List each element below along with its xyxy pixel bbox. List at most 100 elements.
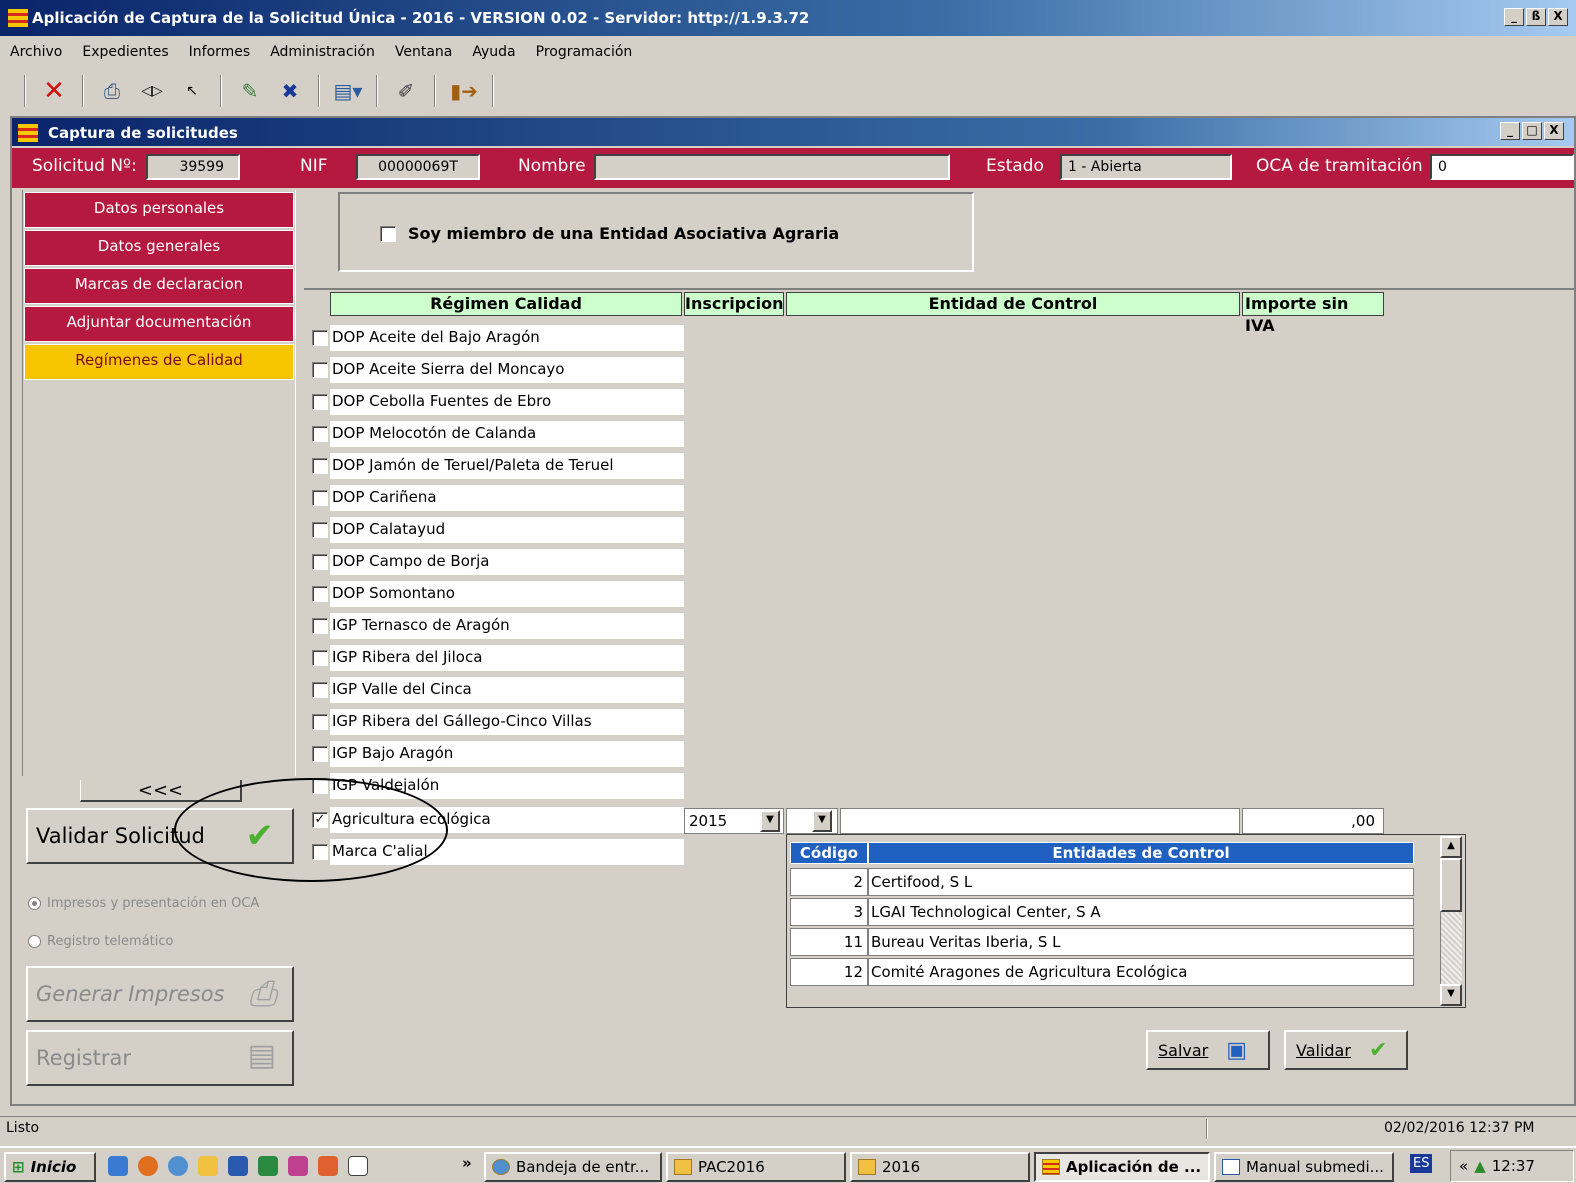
nombre-field[interactable] — [594, 154, 950, 180]
scroll-up-icon[interactable]: ▲ — [1440, 836, 1462, 858]
taskbar-more[interactable]: » — [462, 1154, 472, 1172]
nav-regimenes-calidad[interactable]: Regímenes de Calidad — [24, 344, 294, 380]
chevron-down-icon[interactable]: ▼ — [812, 810, 832, 832]
dropdown-item[interactable]: 3 LGAI Technological Center, S A — [790, 898, 1414, 926]
menu-ayuda[interactable]: Ayuda — [462, 40, 525, 66]
network-icon[interactable]: ▲ — [1474, 1157, 1486, 1175]
dropdown-item-code: 11 — [790, 928, 868, 956]
task-aplicacion[interactable]: Aplicación de ... — [1034, 1152, 1210, 1182]
chevron-down-icon[interactable]: ▼ — [760, 810, 780, 832]
salvar-button[interactable]: Salvar ▣ — [1146, 1030, 1270, 1070]
nav-adjuntar-documentacion[interactable]: Adjuntar documentación — [24, 306, 294, 342]
edit-icon[interactable]: ✐ — [388, 75, 424, 107]
excel-icon[interactable] — [258, 1156, 278, 1176]
oca-field[interactable]: 0 — [1430, 154, 1574, 180]
delete-icon[interactable]: ✕ — [36, 75, 72, 107]
scroll-down-icon[interactable]: ▼ — [1440, 984, 1462, 1006]
outlook-icon[interactable] — [168, 1156, 188, 1176]
powerpoint-icon[interactable] — [288, 1156, 308, 1176]
registrar-button[interactable]: Registrar ▤ — [26, 1030, 294, 1086]
regimen-row: Marca C'alial — [312, 838, 684, 866]
desktop-icon[interactable] — [348, 1156, 368, 1176]
folder-icon[interactable] — [198, 1156, 218, 1176]
system-tray: « ▲ 12:37 — [1450, 1150, 1574, 1182]
close-button[interactable]: X — [1548, 8, 1568, 26]
regimen-row: DOP Aceite del Bajo Aragón — [312, 324, 684, 352]
regimen-checkbox[interactable] — [312, 618, 328, 634]
radio-impresos-oca[interactable]: Impresos y presentación en OCA — [28, 896, 259, 911]
dropdown-item[interactable]: 12 Comité Aragones de Agricultura Ecológi… — [790, 958, 1414, 986]
regimen-checkbox[interactable] — [312, 554, 328, 570]
cancel-x-icon[interactable]: ✖ — [272, 75, 308, 107]
menu-expedientes[interactable]: Expedientes — [72, 40, 178, 66]
regimen-checkbox[interactable] — [312, 458, 328, 474]
language-indicator[interactable]: ES — [1410, 1154, 1433, 1173]
windows-icon[interactable]: ▤▾ — [330, 75, 366, 107]
toolbar-separator — [492, 75, 494, 107]
start-button[interactable]: ⊞ Inicio — [4, 1152, 96, 1182]
scroll-thumb[interactable] — [1440, 858, 1462, 912]
dropdown-item[interactable]: 11 Bureau Veritas Iberia, S L — [790, 928, 1414, 956]
task-manual[interactable]: Manual submedi... — [1214, 1152, 1394, 1182]
nif-field[interactable]: 00000069T — [356, 154, 480, 180]
regimen-checkbox[interactable] — [312, 778, 328, 794]
dropdown-item-name: Bureau Veritas Iberia, S L — [868, 928, 1414, 956]
inner-maximize-button[interactable]: □ — [1522, 122, 1542, 140]
regimen-row: DOP Aceite Sierra del Moncayo — [312, 356, 684, 384]
print-preview-icon[interactable]: ◁▷ — [134, 75, 170, 107]
status-text: Listo — [6, 1120, 40, 1136]
nav-datos-generales[interactable]: Datos generales — [24, 230, 294, 266]
regimen-checkbox-checked[interactable]: ✓ — [312, 812, 328, 828]
association-checkbox[interactable] — [380, 225, 396, 242]
task-bandeja[interactable]: Bandeja de entr... — [484, 1152, 662, 1182]
regimen-checkbox[interactable] — [312, 682, 328, 698]
validar-solicitud-button[interactable]: Validar Solicitud ✔ — [26, 808, 294, 864]
collapse-nav-button[interactable]: <<< — [80, 780, 242, 802]
menu-archivo[interactable]: Archivo — [0, 40, 72, 66]
regimen-checkbox[interactable] — [312, 362, 328, 378]
minimize-button[interactable]: _ — [1504, 8, 1524, 26]
menu-ventana[interactable]: Ventana — [385, 40, 463, 66]
regimen-checkbox[interactable] — [312, 426, 328, 442]
importe-field[interactable]: ,00 — [1242, 808, 1384, 834]
tray-expand[interactable]: « — [1459, 1157, 1468, 1175]
cursor-icon[interactable]: ↖ — [174, 75, 210, 107]
radio-registro-telematico[interactable]: Registro telemático — [28, 934, 173, 949]
regimen-checkbox[interactable] — [312, 586, 328, 602]
maximize-button[interactable]: ß — [1526, 8, 1546, 26]
validar-button[interactable]: Validar ✔ — [1284, 1030, 1408, 1070]
regimen-name: IGP Ribera del Jiloca — [330, 645, 684, 671]
solicitud-number-field[interactable]: 39599 — [146, 154, 240, 180]
col-inscripcion: Inscripcion — [684, 292, 784, 316]
task-2016[interactable]: 2016 — [850, 1152, 1030, 1182]
task-pac2016[interactable]: PAC2016 — [666, 1152, 846, 1182]
entidad-name-field[interactable] — [840, 808, 1240, 834]
regimen-checkbox[interactable] — [312, 714, 328, 730]
regimen-checkbox[interactable] — [312, 490, 328, 506]
regimen-checkbox[interactable] — [312, 844, 328, 860]
generar-impresos-button[interactable]: Generar Impresos ⎙ — [26, 966, 294, 1022]
estado-field[interactable]: 1 - Abierta — [1060, 154, 1232, 180]
association-checkbox-row[interactable]: Soy miembro de una Entidad Asociativa Ag… — [380, 224, 839, 243]
regimen-checkbox[interactable] — [312, 522, 328, 538]
regimen-checkbox[interactable] — [312, 394, 328, 410]
inner-close-button[interactable]: X — [1544, 122, 1564, 140]
menu-administracion[interactable]: Administración — [260, 40, 385, 66]
ie-icon[interactable] — [108, 1156, 128, 1176]
dropdown-item[interactable]: 2 Certifood, S L — [790, 868, 1414, 896]
validar-label: Validar — [1296, 1040, 1351, 1060]
word-icon[interactable] — [228, 1156, 248, 1176]
regimen-checkbox[interactable] — [312, 746, 328, 762]
firefox-icon[interactable] — [138, 1156, 158, 1176]
nav-marcas-declaracion[interactable]: Marcas de declaracion — [24, 268, 294, 304]
print-icon[interactable]: ⎙ — [94, 75, 130, 107]
access-icon[interactable] — [318, 1156, 338, 1176]
nav-datos-personales[interactable]: Datos personales — [24, 192, 294, 228]
regimen-checkbox[interactable] — [312, 330, 328, 346]
menu-informes[interactable]: Informes — [179, 40, 261, 66]
map-icon[interactable]: ✎ — [232, 75, 268, 107]
inner-minimize-button[interactable]: _ — [1500, 122, 1520, 140]
exit-door-icon[interactable]: ▮➔ — [446, 75, 482, 107]
menu-programacion[interactable]: Programación — [526, 40, 643, 66]
regimen-checkbox[interactable] — [312, 650, 328, 666]
